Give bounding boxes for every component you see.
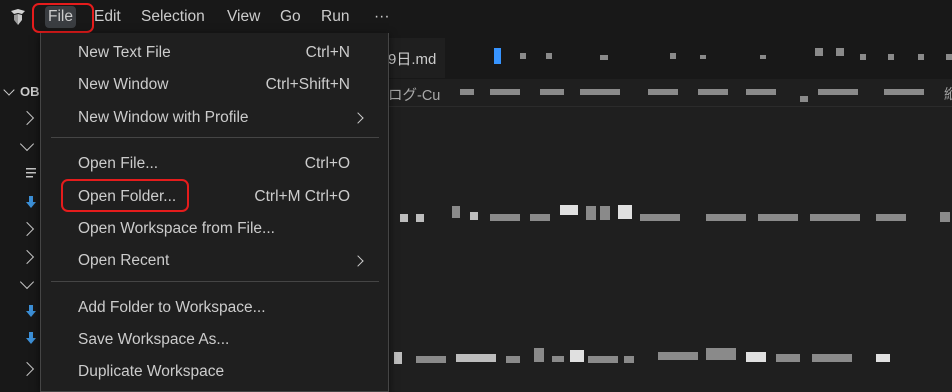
menu-separator (51, 137, 379, 138)
chevron-right-icon (352, 112, 364, 124)
editor-tab-label[interactable]: 9日.md (388, 48, 436, 69)
open-folder-highlight (61, 179, 189, 212)
menu-view[interactable]: View (224, 6, 263, 28)
file-lines-icon (26, 168, 36, 178)
markdown-file-icon (26, 332, 36, 344)
menu-selection[interactable]: Selection (138, 6, 208, 28)
menu-more[interactable]: ··· (371, 6, 393, 28)
menu-item-label: Open Recent (78, 252, 170, 269)
menu-item-shortcut: Ctrl+M Ctrl+O (254, 188, 350, 205)
menu-item-label: New Window (78, 76, 169, 93)
menu-item-shortcut: Ctrl+Shift+N (265, 76, 350, 93)
menu-item-label: Open File... (78, 155, 159, 172)
menu-bar: File Edit Selection View Go Run ··· (0, 0, 952, 33)
file-menu-highlight (32, 3, 94, 33)
explorer-section-title[interactable]: OB (20, 84, 40, 99)
menu-item-label: New Text File (78, 44, 171, 61)
menu-item-duplicate-workspace[interactable]: Duplicate Workspace (42, 356, 388, 386)
markdown-file-icon (26, 196, 36, 208)
markdown-file-icon (26, 305, 36, 317)
menu-item-open-recent[interactable]: Open Recent (42, 245, 388, 275)
menu-separator (51, 281, 379, 282)
menu-item-label: Save Workspace As... (78, 331, 230, 348)
menu-item-new-window-with-profile[interactable]: New Window with Profile (42, 102, 388, 132)
menu-item-new-window[interactable]: New Window Ctrl+Shift+N (42, 69, 388, 99)
menu-item-new-text-file[interactable]: New Text File Ctrl+N (42, 37, 388, 67)
menu-item-label: Add Folder to Workspace... (78, 299, 266, 316)
menu-run[interactable]: Run (318, 6, 352, 28)
menu-edit[interactable]: Edit (91, 6, 124, 28)
chevron-right-icon (352, 255, 364, 267)
menu-item-shortcut: Ctrl+N (305, 44, 350, 61)
menu-item-label: Duplicate Workspace (78, 363, 225, 380)
app-logo-icon (11, 9, 25, 25)
menu-item-label: New Window with Profile (78, 109, 249, 126)
file-menu-dropdown: New Text File Ctrl+N New Window Ctrl+Shi… (40, 33, 389, 392)
menu-item-label: Open Workspace from File... (78, 220, 275, 237)
menu-item-open-workspace-from-file[interactable]: Open Workspace from File... (42, 213, 388, 243)
breadcrumb-item-edge[interactable]: 縦 (944, 84, 952, 104)
menu-item-save-workspace-as[interactable]: Save Workspace As... (42, 324, 388, 354)
breadcrumb-item[interactable]: ログ-Cu (388, 84, 440, 105)
menu-item-open-file[interactable]: Open File... Ctrl+O (42, 148, 388, 178)
menu-item-add-folder-to-workspace[interactable]: Add Folder to Workspace... (42, 292, 388, 322)
menu-item-shortcut: Ctrl+O (304, 155, 350, 172)
menu-go[interactable]: Go (277, 6, 304, 28)
